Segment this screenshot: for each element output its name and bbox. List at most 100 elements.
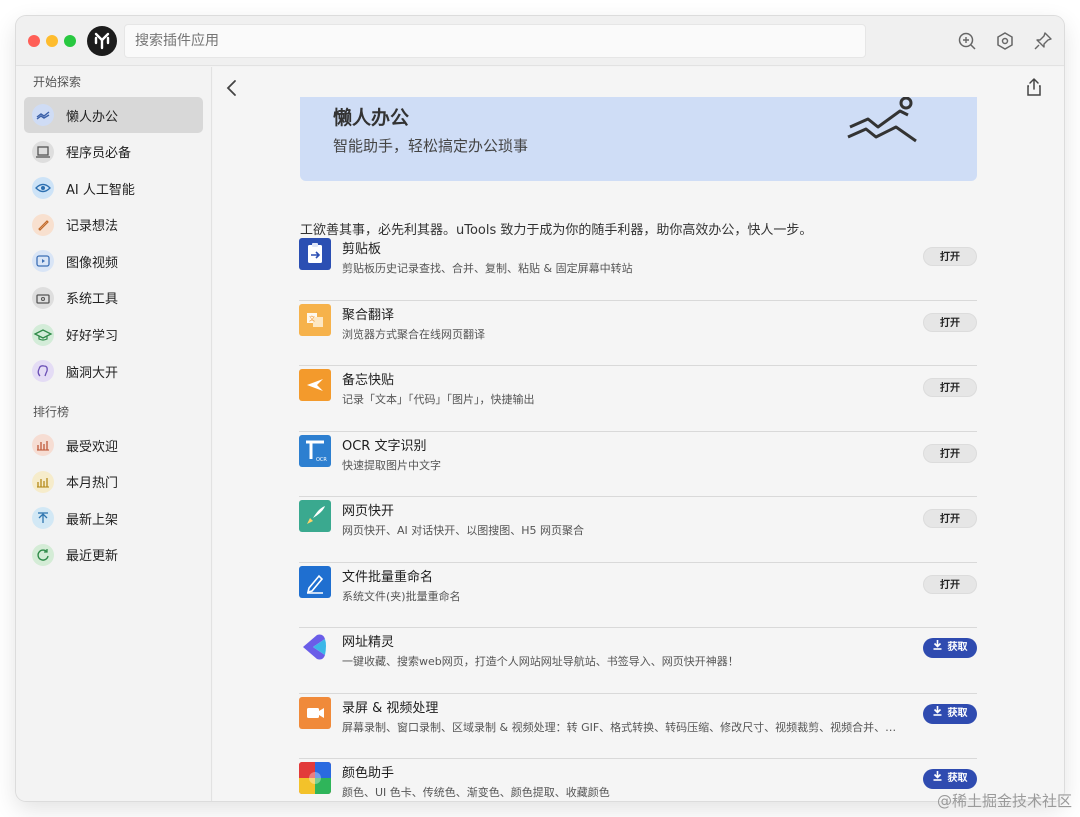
app-name: 颜色助手 bbox=[342, 766, 395, 781]
star-note-icon bbox=[299, 369, 331, 401]
sidebar-item-explore-3[interactable]: 记录想法 bbox=[24, 207, 203, 243]
open-button[interactable]: 打开 bbox=[923, 574, 977, 594]
open-button[interactable]: 打开 bbox=[923, 509, 977, 528]
screen-record-icon bbox=[299, 696, 331, 729]
rocket-icon bbox=[299, 500, 331, 532]
category-banner: 懒人办公 智能助手，轻松搞定办公琐事 bbox=[300, 97, 977, 181]
sidebar-item-label: 脑洞大开 bbox=[66, 365, 119, 381]
title-bar bbox=[16, 16, 1064, 66]
app-description: 快速提取图片中文字 bbox=[342, 458, 441, 472]
share-icon[interactable] bbox=[1026, 77, 1042, 101]
app-row[interactable]: 网址精灵 一键收藏、搜索web网页，打造个人网站网址导航站、书签导入、网页快开神器… bbox=[299, 628, 977, 694]
settings-icon[interactable] bbox=[994, 30, 1016, 52]
app-description: 剪贴板历史记录查找、合并、复制、粘贴 & 固定屏幕中转站 bbox=[342, 262, 633, 275]
app-row[interactable]: 网页快开网页快开、AI 对话快开、以图搜图、H5 网页聚合 打开 bbox=[299, 497, 977, 563]
download-icon bbox=[933, 704, 942, 724]
get-button-label: 获取 bbox=[947, 773, 968, 784]
sidebar-section-explore: 开始探索 bbox=[33, 75, 82, 89]
sidebar-item-label: 本月热门 bbox=[66, 476, 119, 492]
video-icon bbox=[32, 250, 54, 273]
app-row[interactable]: 剪贴板剪贴板历史记录查找、合并、复制、粘贴 & 固定屏幕中转站 打开 bbox=[299, 235, 977, 301]
app-description: 记录「文本」「代码」「图片」，快捷输出 bbox=[342, 393, 535, 406]
sidebar-item-explore-2[interactable]: AI 人工智能 bbox=[24, 170, 203, 206]
sidebar-item-label: 图像视频 bbox=[66, 255, 119, 271]
download-icon bbox=[933, 769, 942, 789]
eye-icon bbox=[32, 177, 54, 200]
open-button[interactable]: 打开 bbox=[923, 247, 977, 266]
svg-text:OCR: OCR bbox=[316, 457, 327, 463]
app-name: 聚合翻译 bbox=[342, 307, 395, 323]
lazy-person-illustration-icon bbox=[847, 97, 917, 143]
app-name: 网页快开 bbox=[342, 504, 395, 519]
utools-window: 开始探索 懒人办公程序员必备 AI 人工智能记录想法图像视频系统工具好好学习脑洞大… bbox=[16, 16, 1064, 801]
sidebar-item-explore-6[interactable]: 好好学习 bbox=[24, 317, 203, 353]
app-row[interactable]: OCR OCR 文字识别 快速提取图片中文字 打开 bbox=[299, 432, 977, 497]
get-button-label: 获取 bbox=[947, 707, 968, 719]
app-row[interactable]: 颜色助手颜色、UI 色卡、传统色、渐变色、颜色提取、收藏颜色 获取 bbox=[299, 759, 977, 801]
banner-subtitle: 智能助手，轻松搞定办公琐事 bbox=[333, 137, 529, 155]
sidebar-item-label: 最近更新 bbox=[66, 549, 119, 565]
zoom-window-button[interactable] bbox=[64, 35, 76, 47]
sidebar-item-explore-4[interactable]: 图像视频 bbox=[24, 243, 203, 279]
sidebar-item-explore-7[interactable]: 脑洞大开 bbox=[24, 353, 203, 389]
app-name: 备忘快贴 bbox=[342, 373, 395, 388]
sidebar-item-ranking-1[interactable]: 本月热门 bbox=[24, 464, 203, 500]
back-chevron-icon[interactable] bbox=[225, 79, 239, 101]
sidebar-item-label: 系统工具 bbox=[66, 292, 119, 308]
open-button[interactable]: 打开 bbox=[923, 312, 977, 332]
sidebar-section-ranking: 排行榜 bbox=[33, 405, 70, 420]
banner-title: 懒人办公 bbox=[333, 107, 410, 129]
app-description: 浏览器方式聚合在线网页翻译 bbox=[342, 327, 485, 341]
main-content: 懒人办公 智能助手，轻松搞定办公琐事 工欲善其事，必先利其器。uTools 致力… bbox=[213, 67, 1064, 801]
get-button[interactable]: 获取 bbox=[923, 638, 977, 658]
app-name: 录屏 & 视频处理 bbox=[342, 700, 439, 716]
sidebar: 开始探索 懒人办公程序员必备 AI 人工智能 记录想法图像视频系统工具好好学习脑洞大… bbox=[16, 67, 212, 801]
color-palette-icon bbox=[299, 762, 331, 794]
minimize-window-button[interactable] bbox=[46, 35, 58, 47]
pin-icon[interactable] bbox=[1032, 30, 1054, 52]
app-row[interactable]: 文 聚合翻译浏览器方式聚合在线网页翻译 打开 bbox=[299, 301, 977, 366]
sidebar-item-explore-0[interactable]: 懒人办公 bbox=[24, 97, 203, 133]
app-row[interactable]: 录屏 & 视频处理 屏幕录制、窗口录制、区域录制 & 视频处理：转 GIF、格式转… bbox=[299, 694, 977, 759]
pencil-icon bbox=[32, 213, 54, 236]
graduation-cap-icon bbox=[32, 323, 54, 346]
get-button[interactable]: 获取 bbox=[923, 703, 977, 724]
open-button[interactable]: 打开 bbox=[923, 378, 977, 397]
close-window-button[interactable] bbox=[28, 35, 40, 47]
sidebar-item-explore-5[interactable]: 系统工具 bbox=[24, 280, 203, 316]
rename-pen-icon bbox=[299, 565, 331, 598]
brain-icon bbox=[32, 360, 54, 383]
sidebar-item-explore-1[interactable]: 程序员必备 bbox=[24, 134, 203, 170]
sidebar-item-label: 程序员必备 bbox=[66, 146, 132, 162]
app-description: 网页快开、AI 对话快开、以图搜图、H5 网页聚合 bbox=[342, 524, 585, 537]
sidebar-item-label: 好好学习 bbox=[66, 329, 119, 345]
app-row[interactable]: 备忘快贴记录「文本」「代码」「图片」，快捷输出 打开 bbox=[299, 366, 977, 432]
sidebar-item-label: 记录想法 bbox=[66, 219, 119, 235]
search-input[interactable] bbox=[124, 24, 866, 58]
app-name: 剪贴板 bbox=[342, 242, 382, 257]
url-sprite-icon bbox=[299, 631, 331, 663]
utools-logo-icon[interactable] bbox=[87, 26, 117, 56]
app-description: 一键收藏、搜索web网页，打造个人网站网址导航站、书签导入、网页快开神器！ bbox=[342, 655, 739, 668]
refresh-icon bbox=[32, 543, 54, 566]
app-description: 颜色、UI 色卡、传统色、渐变色、颜色提取、收藏颜色 bbox=[342, 786, 610, 799]
get-button[interactable]: 获取 bbox=[923, 769, 977, 789]
sidebar-item-label: 懒人办公 bbox=[66, 109, 119, 125]
bar-chart-icon bbox=[32, 470, 54, 493]
download-icon bbox=[933, 638, 942, 658]
upload-icon bbox=[32, 507, 54, 530]
sidebar-item-ranking-0[interactable]: 最受欢迎 bbox=[24, 427, 203, 463]
svg-text:文: 文 bbox=[309, 315, 315, 323]
open-button[interactable]: 打开 bbox=[923, 443, 977, 463]
bar-chart-icon bbox=[32, 434, 54, 457]
zoom-in-icon[interactable] bbox=[956, 30, 978, 52]
sidebar-item-label: AI 人工智能 bbox=[66, 182, 135, 198]
sidebar-item-label: 最受欢迎 bbox=[66, 439, 119, 455]
sidebar-item-ranking-3[interactable]: 最近更新 bbox=[24, 537, 203, 573]
lazy-office-icon bbox=[32, 104, 54, 126]
app-name: OCR 文字识别 bbox=[342, 438, 427, 454]
app-row[interactable]: 文件批量重命名 系统文件(夹)批量重命名 打开 bbox=[299, 563, 977, 628]
ocr-icon: OCR bbox=[299, 434, 331, 467]
sidebar-item-ranking-2[interactable]: 最新上架 bbox=[24, 500, 203, 536]
translate-icon: 文 bbox=[299, 303, 331, 336]
